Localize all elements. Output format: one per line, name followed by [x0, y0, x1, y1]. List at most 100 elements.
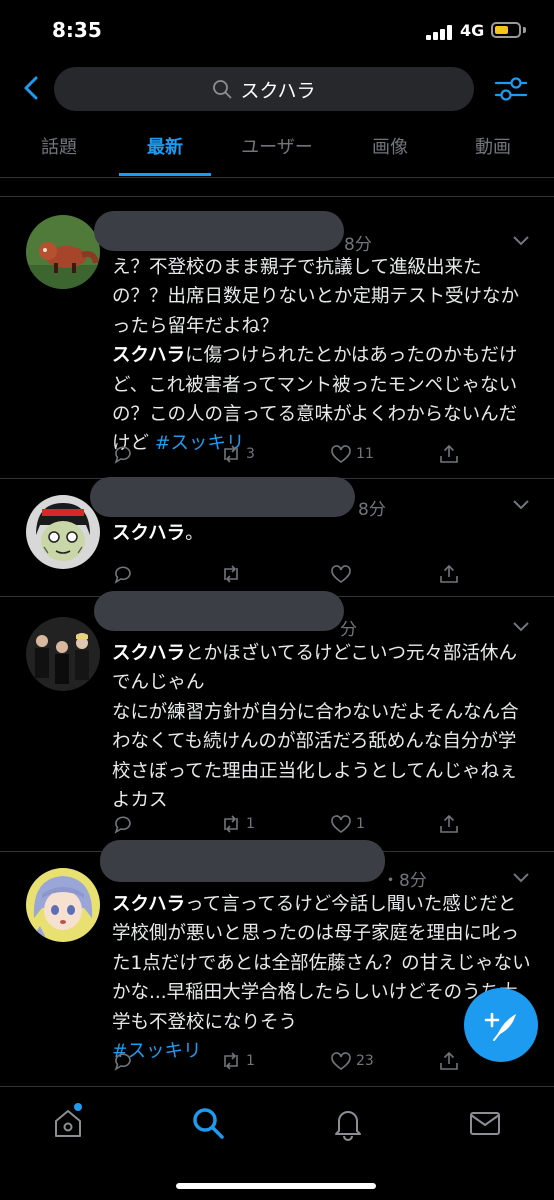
network-type: 4G	[460, 21, 485, 40]
tweet-actions	[112, 561, 532, 587]
filter-button[interactable]	[494, 74, 528, 104]
anime-girl-avatar	[26, 868, 100, 942]
share-icon	[440, 1051, 458, 1070]
search-term-highlight: スクハラ	[112, 643, 186, 664]
tweet-text: スクハラとかほざいてるけどこいつ元々部活休んでんじゃん なにが練習方針が自分に合…	[112, 639, 534, 815]
reply-button[interactable]	[112, 561, 138, 587]
tweet[interactable]: 8分 スクハラ。	[0, 477, 554, 596]
nav-home[interactable]	[50, 1105, 86, 1141]
chevron-left-icon	[24, 76, 38, 100]
tweet[interactable]: ・8分 スクハラって言ってるけど今話し聞いた感じだと学校側が悪いと思ったのは母子…	[0, 840, 554, 1091]
heart-icon	[331, 565, 351, 583]
tweet-text: え？不登校のまま親子で抗議して進級出来たの？？出席日数足りないとか定期テスト受け…	[112, 253, 534, 459]
reply-icon	[114, 446, 131, 464]
retweet-button[interactable]: 1	[220, 811, 255, 837]
tab-images[interactable]: 画像	[345, 120, 435, 177]
reply-icon	[114, 816, 131, 834]
tab-latest[interactable]: 最新	[119, 120, 211, 177]
text-segment: とかほざいてるけどこいつ元々部活休んでんじゃん なにが練習方針が自分に合わないだ…	[112, 643, 519, 812]
tweet-time: ・8分	[382, 871, 427, 891]
redacted-username	[90, 477, 355, 517]
retweet-icon	[224, 565, 238, 583]
red-panda-avatar	[26, 215, 100, 289]
share-button[interactable]	[438, 441, 460, 467]
bell-icon	[335, 1111, 361, 1141]
status-time: 8:35	[52, 18, 102, 42]
status-bar: 8:35 4G	[0, 0, 554, 62]
chevron-down-icon[interactable]	[512, 872, 530, 884]
heart-icon	[331, 1052, 351, 1070]
share-icon	[440, 444, 458, 463]
tab-trending[interactable]: 話題	[14, 120, 104, 177]
avatar[interactable]	[26, 495, 100, 569]
reply-button[interactable]	[112, 441, 138, 467]
retweet-button[interactable]: 3	[220, 441, 255, 467]
like-button[interactable]: 1	[330, 811, 365, 837]
tweet-actions: 3 11	[112, 441, 532, 467]
back-button[interactable]	[18, 74, 46, 102]
share-button[interactable]	[438, 1048, 460, 1074]
tweet-actions: 1 1	[112, 811, 532, 837]
avatar[interactable]	[26, 617, 100, 691]
tweet-time: 8分	[358, 500, 386, 520]
redacted-username	[94, 591, 344, 631]
retweet-count: 3	[246, 446, 255, 462]
tweet-actions: 1 23	[112, 1048, 532, 1074]
search-term-highlight: スクハラ	[112, 894, 186, 915]
like-count: 1	[356, 816, 365, 832]
home-notification-dot	[74, 1103, 82, 1111]
search-term-highlight: スクハラ	[112, 345, 186, 367]
retweet-icon	[224, 815, 238, 833]
redacted-username	[100, 840, 385, 882]
reply-button[interactable]	[112, 1048, 138, 1074]
search-term-highlight: スクハラ	[112, 523, 186, 544]
nav-explore[interactable]	[190, 1105, 226, 1141]
active-tab-indicator	[119, 173, 211, 176]
feather-compose-icon	[484, 1012, 516, 1041]
signal-strength-icon	[426, 24, 454, 40]
tab-users[interactable]: ユーザー	[222, 120, 332, 177]
share-button[interactable]	[438, 811, 460, 837]
filter-sliders-icon	[494, 77, 528, 101]
retweet-button[interactable]	[220, 561, 246, 587]
like-button[interactable]	[330, 561, 356, 587]
like-button[interactable]: 11	[330, 441, 374, 467]
retweet-count: 1	[246, 816, 255, 832]
cartoon-girl-avatar	[26, 495, 100, 569]
like-count: 23	[356, 1053, 374, 1069]
search-input[interactable]: スクハラ	[54, 67, 474, 111]
retweet-icon	[224, 445, 238, 463]
retweet-icon	[224, 1052, 238, 1070]
tab-videos[interactable]: 動画	[448, 120, 538, 177]
redacted-username	[94, 211, 344, 251]
chevron-down-icon[interactable]	[512, 235, 530, 247]
battery-cap	[523, 27, 526, 33]
share-icon	[440, 814, 458, 833]
tweet[interactable]: 分 スクハラとかほざいてるけどこいつ元々部活休んでんじゃん なにが練習方針が自分…	[0, 591, 554, 851]
reply-button[interactable]	[112, 811, 138, 837]
share-icon	[440, 564, 458, 583]
retweet-button[interactable]: 1	[220, 1048, 255, 1074]
nav-messages[interactable]	[467, 1105, 503, 1141]
search-icon	[213, 80, 232, 99]
compose-tweet-button[interactable]	[464, 988, 538, 1062]
search-tabs: 話題 最新 ユーザー 画像 動画	[0, 120, 554, 178]
text-segment: え？不登校のまま親子で抗議して進級出来たの？？出席日数足りないとか定期テスト受け…	[112, 257, 520, 337]
bottom-navigation	[0, 1086, 554, 1200]
heart-icon	[331, 815, 351, 833]
reply-icon	[114, 1053, 131, 1071]
tweet[interactable]: 8分 え？不登校のまま親子で抗議して進級出来たの？？出席日数足りないとか定期テス…	[0, 196, 554, 478]
chevron-down-icon[interactable]	[512, 499, 530, 511]
like-button[interactable]: 23	[330, 1048, 374, 1074]
search-query: スクハラ	[240, 79, 316, 102]
nav-notifications[interactable]	[330, 1105, 366, 1141]
share-button[interactable]	[438, 561, 460, 587]
reply-icon	[114, 566, 131, 584]
search-icon	[193, 1108, 224, 1139]
band-photo-avatar	[26, 617, 100, 691]
like-count: 11	[356, 446, 374, 462]
chevron-down-icon[interactable]	[512, 621, 530, 633]
avatar[interactable]	[26, 215, 100, 289]
avatar[interactable]	[26, 868, 100, 942]
search-header: スクハラ	[0, 62, 554, 118]
